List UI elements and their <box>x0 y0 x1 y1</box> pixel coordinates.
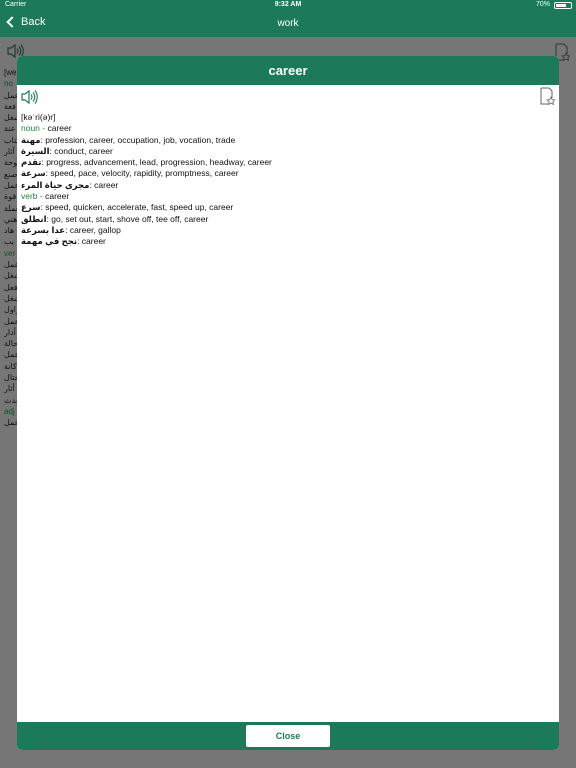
sense-row: السيرة: conduct, career <box>21 145 113 156</box>
background-line: حتال <box>4 373 18 383</box>
english-glosses: progress, advancement, lead, progression… <box>46 157 272 168</box>
part-of-speech-line: verb - career <box>21 191 70 202</box>
english-glosses: career <box>81 236 106 247</box>
sense-row: عدا بسرعة: career, gallop <box>21 224 121 235</box>
arabic-term[interactable]: مهنة <box>21 135 41 145</box>
speaker-icon[interactable] <box>21 89 39 105</box>
background-line: عمل <box>4 180 18 190</box>
background-line: آثار <box>4 147 15 157</box>
background-line: أثار <box>4 384 15 394</box>
background-line: عمل <box>4 90 18 100</box>
background-entry-text: [we noعملفعةشغلعنةكتابآثارلوحةصنععملقوةع… <box>4 67 18 429</box>
background-line: عملة <box>4 203 18 213</box>
background-line: هاد <box>4 226 15 236</box>
background-line: فعة <box>4 101 16 111</box>
battery-icon <box>554 2 572 9</box>
definition-entry: [kəˈri(ə)r] noun - career مهنة: professio… <box>21 112 272 248</box>
background-line: adj <box>4 406 15 416</box>
english-glosses: speed, quicken, accelerate, fast, speed … <box>45 202 234 213</box>
modal-body: [kəˈri(ə)r] noun - career مهنة: professio… <box>17 85 559 722</box>
background-line: عنة <box>4 124 16 134</box>
background-lines: noعملفعةشغلعنةكتابآثارلوحةصنععملقوةعملةه… <box>4 78 18 428</box>
background-line: صنع <box>4 169 18 179</box>
english-glosses: go, set out, start, shove off, tee off, … <box>51 213 209 224</box>
background-line: ver <box>4 248 16 258</box>
navigation-bar: Back work <box>0 11 576 37</box>
word-detail-modal: career [kəˈri(ə)r] noun - career مهنة: pr… <box>17 56 559 750</box>
arabic-term[interactable]: مجرى حياة المرء <box>21 180 89 190</box>
background-line: حدث <box>4 395 18 405</box>
background-line: كانة <box>4 361 17 371</box>
part-of-speech-line: noun - career <box>21 123 72 134</box>
background-line: شغل <box>4 293 18 303</box>
background-line: حالة <box>4 339 18 349</box>
background-line: أدار <box>4 327 16 337</box>
background-line: عمل <box>4 316 18 326</box>
sense-row: مجرى حياة المرء: career <box>21 179 119 190</box>
modal-title: career <box>17 56 559 85</box>
definition-sections: noun - career مهنة: profession, career, o… <box>21 123 272 247</box>
background-line: no <box>4 79 13 89</box>
english-glosses: speed, pace, velocity, rapidity, promptn… <box>50 168 239 179</box>
background-line: فعل <box>4 282 18 292</box>
background-line: هني <box>4 214 18 224</box>
background-line: قوة <box>4 192 17 202</box>
background-line: لوحة <box>4 158 18 168</box>
arabic-term[interactable]: السيرة <box>21 146 50 156</box>
part-of-speech: noun <box>21 123 40 134</box>
background-line: شغل <box>4 113 18 123</box>
english-glosses: conduct, career <box>54 145 113 156</box>
arabic-term[interactable]: انطلق <box>21 214 47 224</box>
sense-row: سرعة: speed, pace, velocity, rapidity, p… <box>21 168 239 179</box>
arabic-term[interactable]: سرعة <box>21 168 46 178</box>
background-line: شغل <box>4 271 18 281</box>
close-button[interactable]: Close <box>246 725 330 747</box>
bookmark-star-icon[interactable] <box>539 87 555 105</box>
arabic-term[interactable]: تقدم <box>21 157 41 167</box>
clock: 9:32 AM <box>274 1 302 8</box>
sense-row: مهنة: profession, career, occupation, jo… <box>21 134 236 145</box>
sense-row: نجح في مهمة: career <box>21 236 106 247</box>
sense-row: انطلق: go, set out, start, shove off, te… <box>21 213 209 224</box>
part-of-speech: verb <box>21 191 38 202</box>
english-glosses: profession, career, occupation, job, voc… <box>45 134 236 145</box>
modal-footer: Close <box>17 722 559 750</box>
page-title: work <box>277 18 299 29</box>
arabic-term[interactable]: عدا بسرعة <box>21 225 65 235</box>
headword: career <box>47 123 72 134</box>
english-glosses: career <box>94 179 119 190</box>
background-line: عمل <box>4 418 18 428</box>
status-bar: Carrier 9:32 AM 70% <box>0 0 576 11</box>
arabic-term[interactable]: نجح في مهمة <box>21 236 77 246</box>
sense-row: تقدم: progress, advancement, lead, progr… <box>21 157 272 168</box>
background-line: كتاب <box>4 135 18 145</box>
background-line: عمل <box>4 350 18 360</box>
background-pronunciation: [we <box>4 68 17 77</box>
background-line: عمل <box>4 260 18 270</box>
headword: career <box>45 191 70 202</box>
arabic-term[interactable]: سرع <box>21 202 40 212</box>
pronunciation: [kəˈri(ə)r] <box>21 112 56 122</box>
background-line: زاول <box>4 305 18 315</box>
english-glosses: career, gallop <box>69 224 121 235</box>
background-line: يب <box>4 237 15 247</box>
sense-row: سرع: speed, quicken, accelerate, fast, s… <box>21 202 234 213</box>
battery-percent: 70% <box>535 1 550 8</box>
